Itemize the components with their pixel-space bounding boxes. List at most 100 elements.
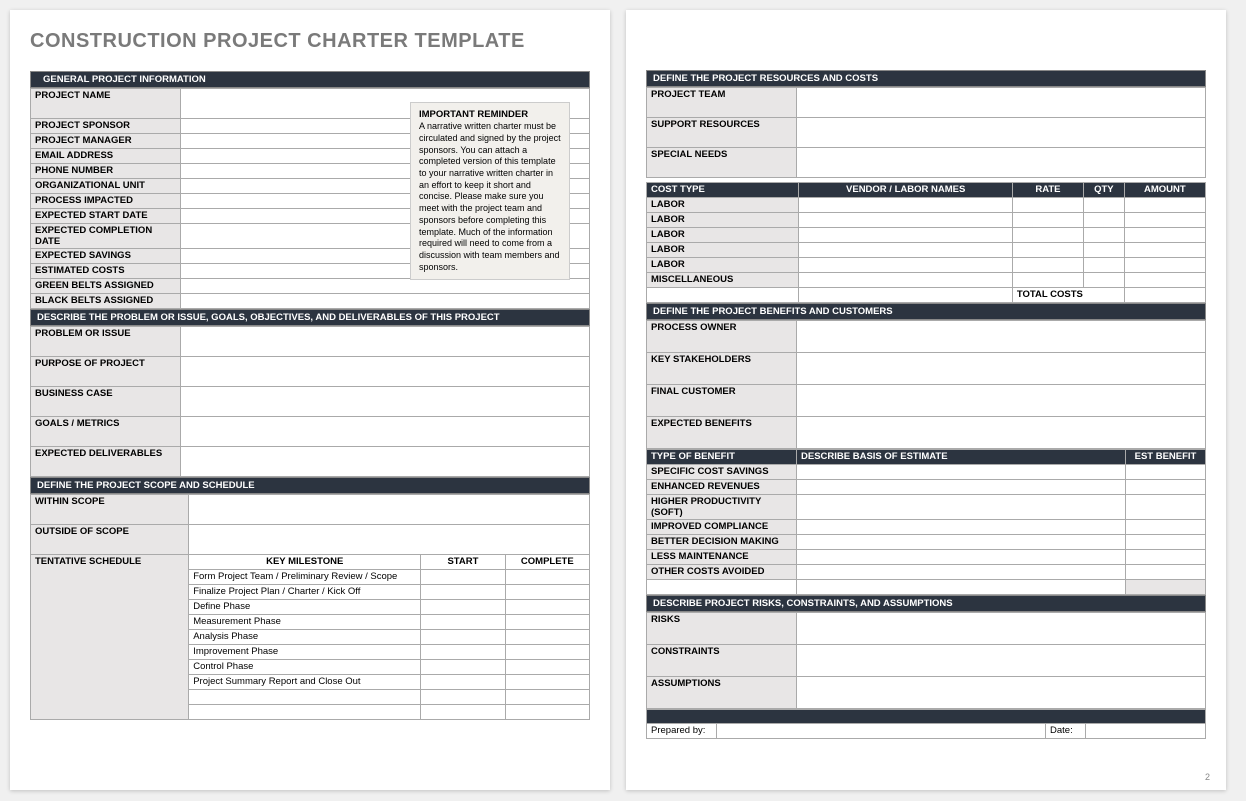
milestone-complete[interactable] bbox=[505, 615, 589, 630]
label-misc: MISCELLANEOUS bbox=[647, 273, 799, 288]
section-resources-costs: DEFINE THE PROJECT RESOURCES AND COSTS bbox=[646, 70, 1206, 87]
value-project-team[interactable] bbox=[797, 88, 1206, 118]
value-final-customer[interactable] bbox=[797, 385, 1206, 417]
label-final-customer: FINAL CUSTOMER bbox=[647, 385, 797, 417]
value-expected-benefits[interactable] bbox=[797, 417, 1206, 449]
value-total-benefit[interactable] bbox=[1126, 580, 1206, 595]
label-expected-benefits: EXPECTED BENEFITS bbox=[647, 417, 797, 449]
milestone-start[interactable] bbox=[421, 645, 505, 660]
col-amount: AMOUNT bbox=[1124, 183, 1205, 198]
value-outside-scope[interactable] bbox=[189, 525, 590, 555]
label-org-unit: ORGANIZATIONAL UNIT bbox=[31, 179, 181, 194]
problem-table: PROBLEM OR ISSUE PURPOSE OF PROJECT BUSI… bbox=[30, 326, 590, 477]
col-est-benefit: EST BENEFIT bbox=[1126, 450, 1206, 465]
reminder-body: A narrative written charter must be circ… bbox=[419, 121, 561, 271]
milestone-row: Define Phase bbox=[189, 600, 421, 615]
label-business-case: BUSINESS CASE bbox=[31, 387, 181, 417]
label-support: SUPPORT RESOURCES bbox=[647, 118, 797, 148]
value-total-costs[interactable] bbox=[1124, 288, 1205, 303]
label-labor: LABOR bbox=[647, 243, 799, 258]
label-project-team: PROJECT TEAM bbox=[647, 88, 797, 118]
milestone-start[interactable] bbox=[421, 570, 505, 585]
milestone-start[interactable] bbox=[421, 660, 505, 675]
milestone-complete[interactable] bbox=[505, 585, 589, 600]
reminder-box: IMPORTANT REMINDER A narrative written c… bbox=[410, 102, 570, 280]
value-support[interactable] bbox=[797, 118, 1206, 148]
milestone-row: Analysis Phase bbox=[189, 630, 421, 645]
label-better-decision: BETTER DECISION MAKING bbox=[647, 535, 797, 550]
label-estimated-costs: ESTIMATED COSTS bbox=[31, 264, 181, 279]
cost-table: COST TYPE VENDOR / LABOR NAMES RATE QTY … bbox=[646, 182, 1206, 303]
signature-table: Prepared by: Date: bbox=[646, 709, 1206, 739]
value-green-belts[interactable] bbox=[181, 279, 590, 294]
label-constraints: CONSTRAINTS bbox=[647, 645, 797, 677]
label-labor: LABOR bbox=[647, 228, 799, 243]
milestone-start[interactable] bbox=[421, 705, 505, 720]
label-project-manager: PROJECT MANAGER bbox=[31, 134, 181, 149]
col-key-milestone: KEY MILESTONE bbox=[189, 555, 421, 570]
milestone-complete[interactable] bbox=[505, 690, 589, 705]
col-type-benefit: TYPE OF BENEFIT bbox=[647, 450, 797, 465]
value-date[interactable] bbox=[1086, 724, 1206, 739]
milestone-complete[interactable] bbox=[505, 705, 589, 720]
value-assumptions[interactable] bbox=[797, 677, 1206, 709]
milestone-complete[interactable] bbox=[505, 675, 589, 690]
label-expected-complete: EXPECTED COMPLETION DATE bbox=[31, 224, 181, 249]
label-labor: LABOR bbox=[647, 213, 799, 228]
milestone-complete[interactable] bbox=[505, 660, 589, 675]
milestone-complete[interactable] bbox=[505, 630, 589, 645]
label-assumptions: ASSUMPTIONS bbox=[647, 677, 797, 709]
label-email: EMAIL ADDRESS bbox=[31, 149, 181, 164]
col-start: START bbox=[421, 555, 505, 570]
milestone-start[interactable] bbox=[421, 675, 505, 690]
value-constraints[interactable] bbox=[797, 645, 1206, 677]
milestone-row[interactable] bbox=[189, 690, 421, 705]
value-process-owner[interactable] bbox=[797, 321, 1206, 353]
milestone-complete[interactable] bbox=[505, 600, 589, 615]
milestone-complete[interactable] bbox=[505, 645, 589, 660]
value-goals[interactable] bbox=[181, 417, 590, 447]
col-rate: RATE bbox=[1012, 183, 1083, 198]
document-title: CONSTRUCTION PROJECT CHARTER TEMPLATE bbox=[30, 30, 590, 53]
label-labor: LABOR bbox=[647, 198, 799, 213]
value-prepared-by[interactable] bbox=[717, 724, 1046, 739]
section-risks: DESCRIBE PROJECT RISKS, CONSTRAINTS, AND… bbox=[646, 595, 1206, 612]
value-risks[interactable] bbox=[797, 613, 1206, 645]
section-benefits: DEFINE THE PROJECT BENEFITS AND CUSTOMER… bbox=[646, 303, 1206, 320]
page-2: DEFINE THE PROJECT RESOURCES AND COSTS P… bbox=[626, 10, 1226, 790]
label-expected-savings: EXPECTED SAVINGS bbox=[31, 249, 181, 264]
col-cost-type: COST TYPE bbox=[647, 183, 799, 198]
milestone-start[interactable] bbox=[421, 615, 505, 630]
value-within-scope[interactable] bbox=[189, 495, 590, 525]
value-deliverables[interactable] bbox=[181, 447, 590, 477]
col-complete: COMPLETE bbox=[505, 555, 589, 570]
value-purpose[interactable] bbox=[181, 357, 590, 387]
value-problem[interactable] bbox=[181, 327, 590, 357]
label-total-costs: TOTAL COSTS bbox=[1012, 288, 1124, 303]
milestone-start[interactable] bbox=[421, 690, 505, 705]
milestone-start[interactable] bbox=[421, 585, 505, 600]
milestone-row[interactable] bbox=[189, 705, 421, 720]
milestone-row: Measurement Phase bbox=[189, 615, 421, 630]
value-special-needs[interactable] bbox=[797, 148, 1206, 178]
label-process-owner: PROCESS OWNER bbox=[647, 321, 797, 353]
label-prepared-by: Prepared by: bbox=[647, 724, 717, 739]
page-number: 2 bbox=[1205, 772, 1210, 782]
milestone-complete[interactable] bbox=[505, 570, 589, 585]
label-black-belts: BLACK BELTS ASSIGNED bbox=[31, 294, 181, 309]
milestone-start[interactable] bbox=[421, 630, 505, 645]
value-black-belts[interactable] bbox=[181, 294, 590, 309]
milestone-row: Project Summary Report and Close Out bbox=[189, 675, 421, 690]
benefit-type-table: TYPE OF BENEFIT DESCRIBE BASIS OF ESTIMA… bbox=[646, 449, 1206, 595]
col-describe-basis: DESCRIBE BASIS OF ESTIMATE bbox=[797, 450, 1126, 465]
reminder-heading: IMPORTANT REMINDER bbox=[419, 109, 528, 120]
benefits-table: PROCESS OWNER KEY STAKEHOLDERS FINAL CUS… bbox=[646, 320, 1206, 449]
label-problem: PROBLEM OR ISSUE bbox=[31, 327, 181, 357]
label-goals: GOALS / METRICS bbox=[31, 417, 181, 447]
label-higher-prod: HIGHER PRODUCTIVITY (SOFT) bbox=[647, 495, 797, 520]
milestone-start[interactable] bbox=[421, 600, 505, 615]
value-stakeholders[interactable] bbox=[797, 353, 1206, 385]
milestone-row: Control Phase bbox=[189, 660, 421, 675]
value-business-case[interactable] bbox=[181, 387, 590, 417]
label-specific-savings: SPECIFIC COST SAVINGS bbox=[647, 465, 797, 480]
